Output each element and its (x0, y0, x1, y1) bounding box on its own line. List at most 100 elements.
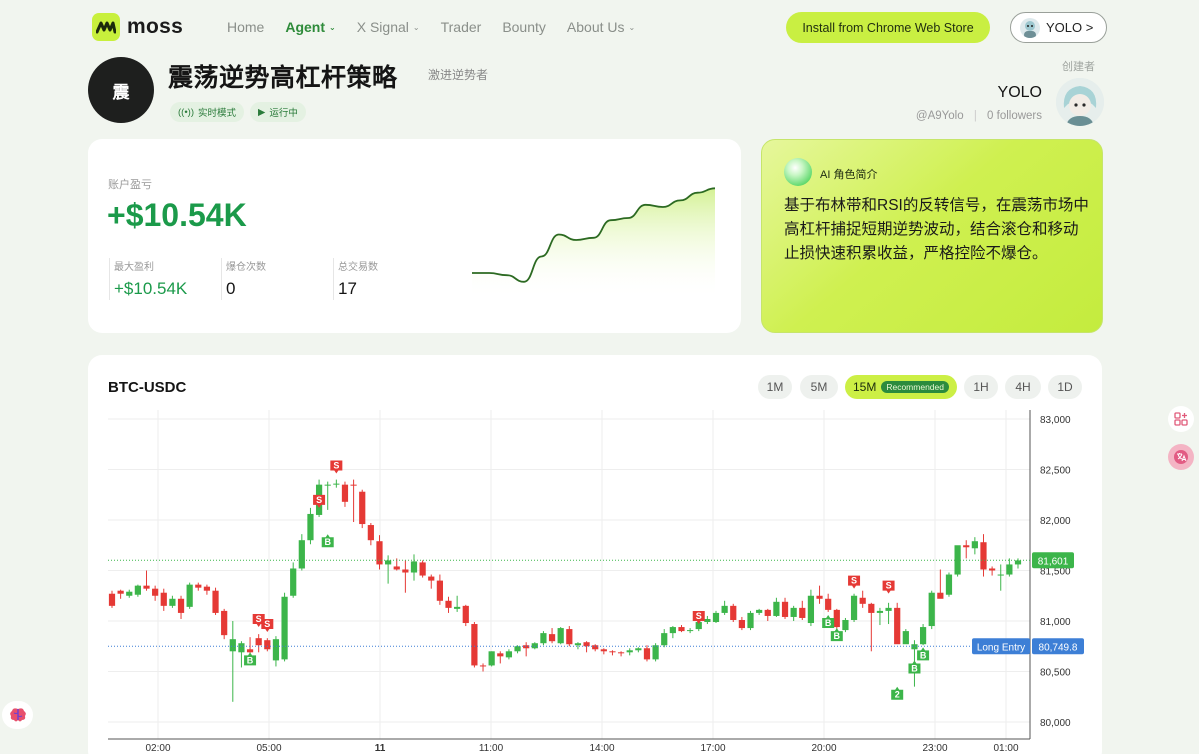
sparkline-area (472, 188, 715, 299)
candle-body (876, 610, 884, 613)
candle-body (971, 541, 978, 549)
candle-body (117, 590, 124, 594)
candle-body (894, 607, 901, 645)
candle-body (531, 643, 538, 649)
brain-icon[interactable] (2, 701, 33, 729)
chevron-down-icon: ⌄ (628, 22, 636, 32)
user-menu-button[interactable]: YOLO > (1010, 12, 1107, 43)
candle-body (402, 569, 409, 573)
x-tick-label: 11 (375, 743, 386, 754)
sell-signal-marker[interactable]: S (330, 460, 343, 474)
nav-link-home[interactable]: Home (227, 19, 264, 35)
brand-logo[interactable]: moss (92, 13, 183, 41)
sell-signal-marker[interactable]: S (261, 619, 274, 633)
pnl-sparkline (472, 187, 716, 299)
buy-signal-marker[interactable]: B (917, 647, 930, 661)
candle-body (393, 566, 400, 570)
nav-link-agent[interactable]: Agent ⌄ (285, 19, 335, 35)
buy-signal-marker[interactable]: B (321, 534, 334, 548)
y-tick-label: 81,000 (1040, 617, 1071, 628)
candle-body (617, 652, 625, 654)
candle-body (687, 630, 694, 632)
candle-body (367, 525, 374, 541)
nav-link-bounty[interactable]: Bounty (502, 19, 546, 35)
buy-signal-marker[interactable]: B (830, 628, 843, 642)
creator-avatar[interactable] (1056, 78, 1104, 126)
mode-badge-label: 实时模式 (197, 108, 236, 119)
candle-body (341, 484, 349, 502)
candle-body (436, 580, 443, 601)
sell-signal-marker[interactable]: S (882, 580, 895, 594)
candle-body (255, 638, 262, 646)
sell-signal-marker[interactable]: S (692, 610, 705, 624)
ai-description: 基于布林带和RSI的反转信号，在震荡市场中高杠杆捕捉短期逆势波动，结合滚仓和移动… (784, 197, 1089, 262)
sell-signal-marker[interactable]: S (313, 494, 326, 508)
ai-orb-icon (784, 158, 812, 186)
y-tick-label: 80,000 (1040, 718, 1071, 729)
creator-name[interactable]: YOLO (998, 84, 1042, 102)
y-tick-label: 80,500 (1040, 668, 1071, 679)
candle-body (479, 665, 487, 667)
candle-body (902, 631, 909, 645)
y-tick-label: 83,000 (1040, 415, 1071, 426)
install-chrome-button[interactable]: Install from Chrome Web Store (786, 12, 990, 43)
sell-signal-marker[interactable]: S (848, 575, 861, 589)
candle-body (376, 541, 383, 565)
chevron-down-icon: ⌄ (329, 22, 336, 32)
candle-body (704, 618, 711, 623)
nav-link-trader[interactable]: Trader (441, 19, 482, 35)
nav-link-label: Bounty (502, 19, 546, 35)
pnl-card: 账户盈亏 +$10.54K 最大盈利 +$10.54K 爆仓次数 0 总交易数 … (88, 139, 741, 333)
candle-body (574, 643, 582, 646)
x-tick-label: 23:00 (922, 743, 947, 754)
nav-link-label: Agent (285, 19, 326, 35)
x-tick-label: 17:00 (700, 743, 725, 754)
x-tick-label: 20:00 (811, 743, 836, 754)
svg-text:B: B (834, 631, 841, 641)
ai-profile-card: AI 角色简介 基于布林带和RSI的反转信号，在震荡市场中高杠杆捕捉短期逆势波动… (761, 139, 1103, 333)
x-tick-label: 01:00 (993, 743, 1018, 754)
ai-card-title: AI 角色简介 (820, 169, 878, 181)
svg-text:S: S (851, 576, 857, 586)
candle-body (177, 598, 185, 613)
candle-body (635, 648, 642, 651)
candle-body (195, 584, 202, 588)
candle-body (626, 650, 633, 653)
candle-body (246, 649, 254, 653)
nav-link-label: Trader (440, 19, 482, 35)
candle-body (600, 649, 607, 652)
candle-body (919, 627, 927, 645)
broadcast-icon: ((•)) (178, 106, 194, 118)
candle-body (583, 642, 590, 647)
svg-text:S: S (886, 581, 892, 591)
candle-body (842, 619, 849, 631)
candle-body (928, 592, 935, 627)
user-menu-label: YOLO > (1046, 20, 1094, 35)
candle-body (764, 609, 771, 616)
stat-label: 爆仓次数 (226, 262, 266, 273)
translate-icon[interactable] (1168, 444, 1194, 470)
candle-body (471, 624, 478, 666)
candle-body (488, 651, 495, 666)
candle-body (290, 568, 297, 596)
svg-text:S: S (264, 619, 270, 629)
candlestick-chart[interactable]: 83,00082,50082,00081,50081,00080,50080,0… (88, 355, 1102, 754)
nav-link-about-us[interactable]: About Us ⌄ (567, 19, 635, 35)
status-badge: ▶ 运行中 (250, 102, 306, 122)
candle-body (152, 588, 159, 596)
svg-text:B: B (911, 663, 918, 673)
nav-link-x-signal[interactable]: X Signal ⌄ (357, 19, 420, 35)
x-tick-label: 05:00 (256, 743, 281, 754)
candle-body (160, 592, 167, 606)
chevron-down-icon: ⌄ (412, 22, 420, 32)
buy-signal-marker[interactable]: B (244, 652, 257, 666)
apps-icon[interactable] (1168, 406, 1194, 432)
candle-body (385, 560, 392, 565)
candle-body (238, 643, 245, 653)
stat-total-trades: 总交易数 17 (333, 258, 378, 300)
y-tick-label: 82,500 (1040, 466, 1071, 477)
stat-max-profit: 最大盈利 +$10.54K (109, 258, 187, 300)
buy-signal-marker[interactable]: B (908, 660, 921, 674)
long-entry-label: Long Entry (977, 642, 1025, 653)
buy-signal-marker[interactable]: 2 (891, 686, 904, 700)
